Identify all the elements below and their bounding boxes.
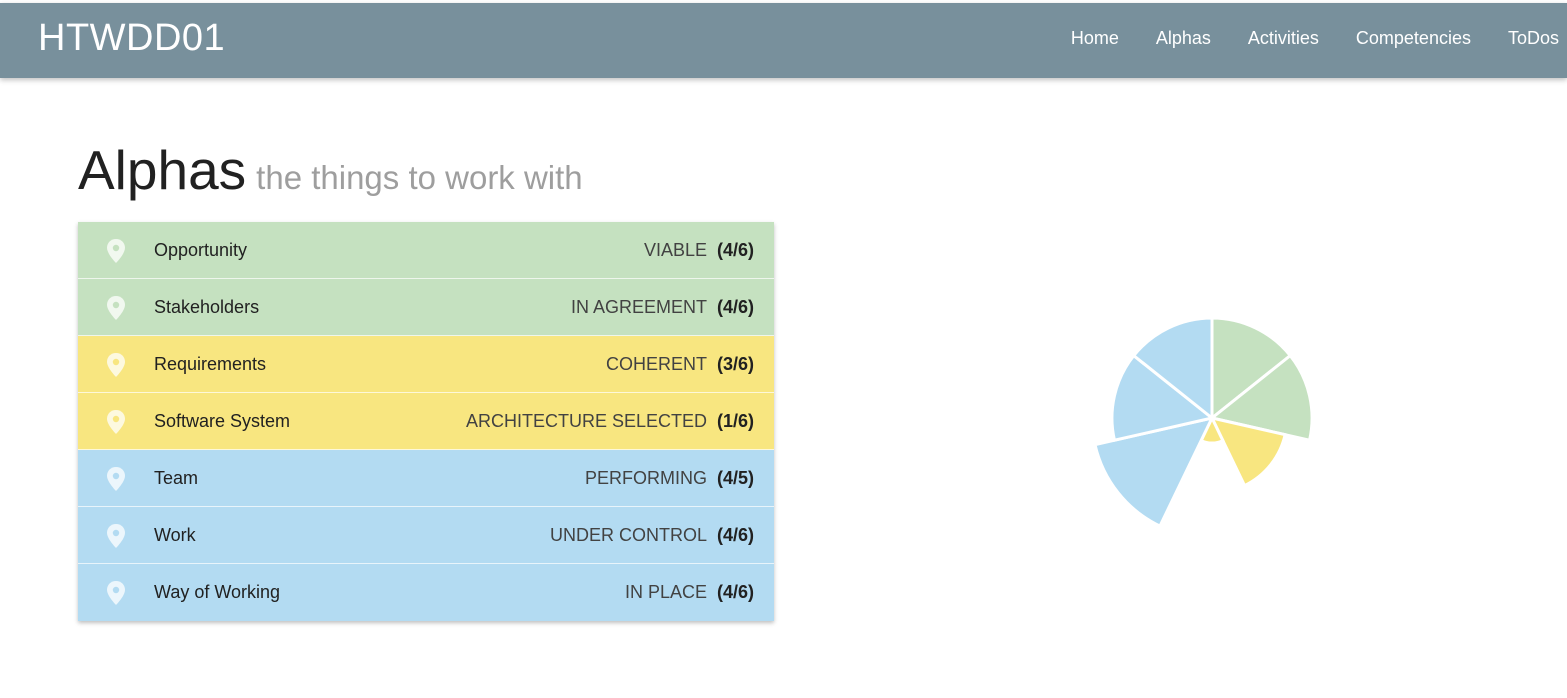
- top-navbar: HTWDD01 Home Alphas Activities Competenc…: [0, 3, 1567, 78]
- alpha-state: IN PLACE (4/6): [625, 582, 754, 603]
- alpha-progress-chart: [1093, 316, 1314, 529]
- alpha-name: Stakeholders: [154, 296, 260, 317]
- page-subtitle: the things to work with: [256, 159, 583, 196]
- alpha-state-label: ARCHITECTURE SELECTED: [465, 410, 707, 431]
- alpha-row[interactable]: Team PERFORMING (4/5): [78, 450, 774, 507]
- alpha-name: Opportunity: [154, 239, 248, 260]
- alpha-progress: (4/6): [716, 582, 754, 602]
- alpha-progress: (4/6): [716, 524, 754, 545]
- nav-activities[interactable]: Activities: [1248, 28, 1319, 49]
- page-heading: Alphas the things to work with: [78, 138, 583, 202]
- alpha-state: VIABLE (4/6): [644, 240, 754, 261]
- alpha-state-label: IN PLACE: [624, 582, 707, 602]
- alpha-progress: (1/6): [716, 410, 754, 431]
- brand-title[interactable]: HTWDD01: [38, 17, 225, 60]
- location-pin-icon: [106, 467, 126, 491]
- alpha-row[interactable]: Way of Working IN PLACE (4/6): [78, 564, 774, 621]
- alpha-state: COHERENT (3/6): [606, 354, 754, 375]
- nav-home[interactable]: Home: [1071, 28, 1119, 49]
- nav-links: Home Alphas Activities Competencies ToDo…: [1034, 28, 1559, 49]
- alpha-progress: (4/6): [716, 239, 754, 260]
- alpha-state: IN AGREEMENT (4/6): [571, 297, 754, 318]
- nav-alphas[interactable]: Alphas: [1156, 28, 1211, 49]
- nav-todos[interactable]: ToDos: [1508, 28, 1559, 49]
- location-pin-icon: [106, 296, 126, 320]
- alpha-state: ARCHITECTURE SELECTED (1/6): [466, 411, 754, 432]
- alpha-name: Software System: [154, 410, 291, 431]
- alpha-row[interactable]: Software System ARCHITECTURE SELECTED (1/6…: [78, 393, 774, 450]
- location-pin-icon: [106, 239, 126, 263]
- alpha-name: Requirements: [154, 353, 267, 374]
- alpha-state-label: COHERENT: [605, 353, 707, 374]
- alpha-state-label: UNDER CONTROL: [549, 524, 707, 545]
- alpha-state: PERFORMING (4/5): [585, 468, 754, 489]
- alpha-state: UNDER CONTROL (4/6): [550, 525, 754, 546]
- nav-competencies[interactable]: Competencies: [1356, 28, 1471, 49]
- alpha-row[interactable]: Opportunity VIABLE (4/6): [78, 222, 774, 279]
- alpha-name: Way of Working: [154, 582, 281, 602]
- alpha-name: Team: [154, 467, 199, 488]
- alpha-name: Work: [154, 524, 196, 545]
- location-pin-icon: [106, 581, 126, 605]
- location-pin-icon: [106, 410, 126, 434]
- alpha-state-label: PERFORMING: [584, 467, 707, 488]
- alpha-row[interactable]: Requirements COHERENT (3/6): [78, 336, 774, 393]
- alpha-progress: (4/5): [716, 467, 754, 488]
- location-pin-icon: [106, 524, 126, 548]
- page-title: Alphas: [78, 139, 247, 201]
- alpha-state-label: IN AGREEMENT: [570, 296, 707, 317]
- alpha-progress: (4/6): [716, 296, 754, 317]
- alpha-progress: (3/6): [716, 353, 754, 374]
- location-pin-icon: [106, 353, 126, 377]
- alpha-state-label: VIABLE: [643, 239, 707, 260]
- alpha-row[interactable]: Work UNDER CONTROL (4/6): [78, 507, 774, 564]
- alpha-list: Opportunity VIABLE (4/6) Stakeholders IN AGR…: [78, 222, 774, 621]
- alpha-row[interactable]: Stakeholders IN AGREEMENT (4/6): [78, 279, 774, 336]
